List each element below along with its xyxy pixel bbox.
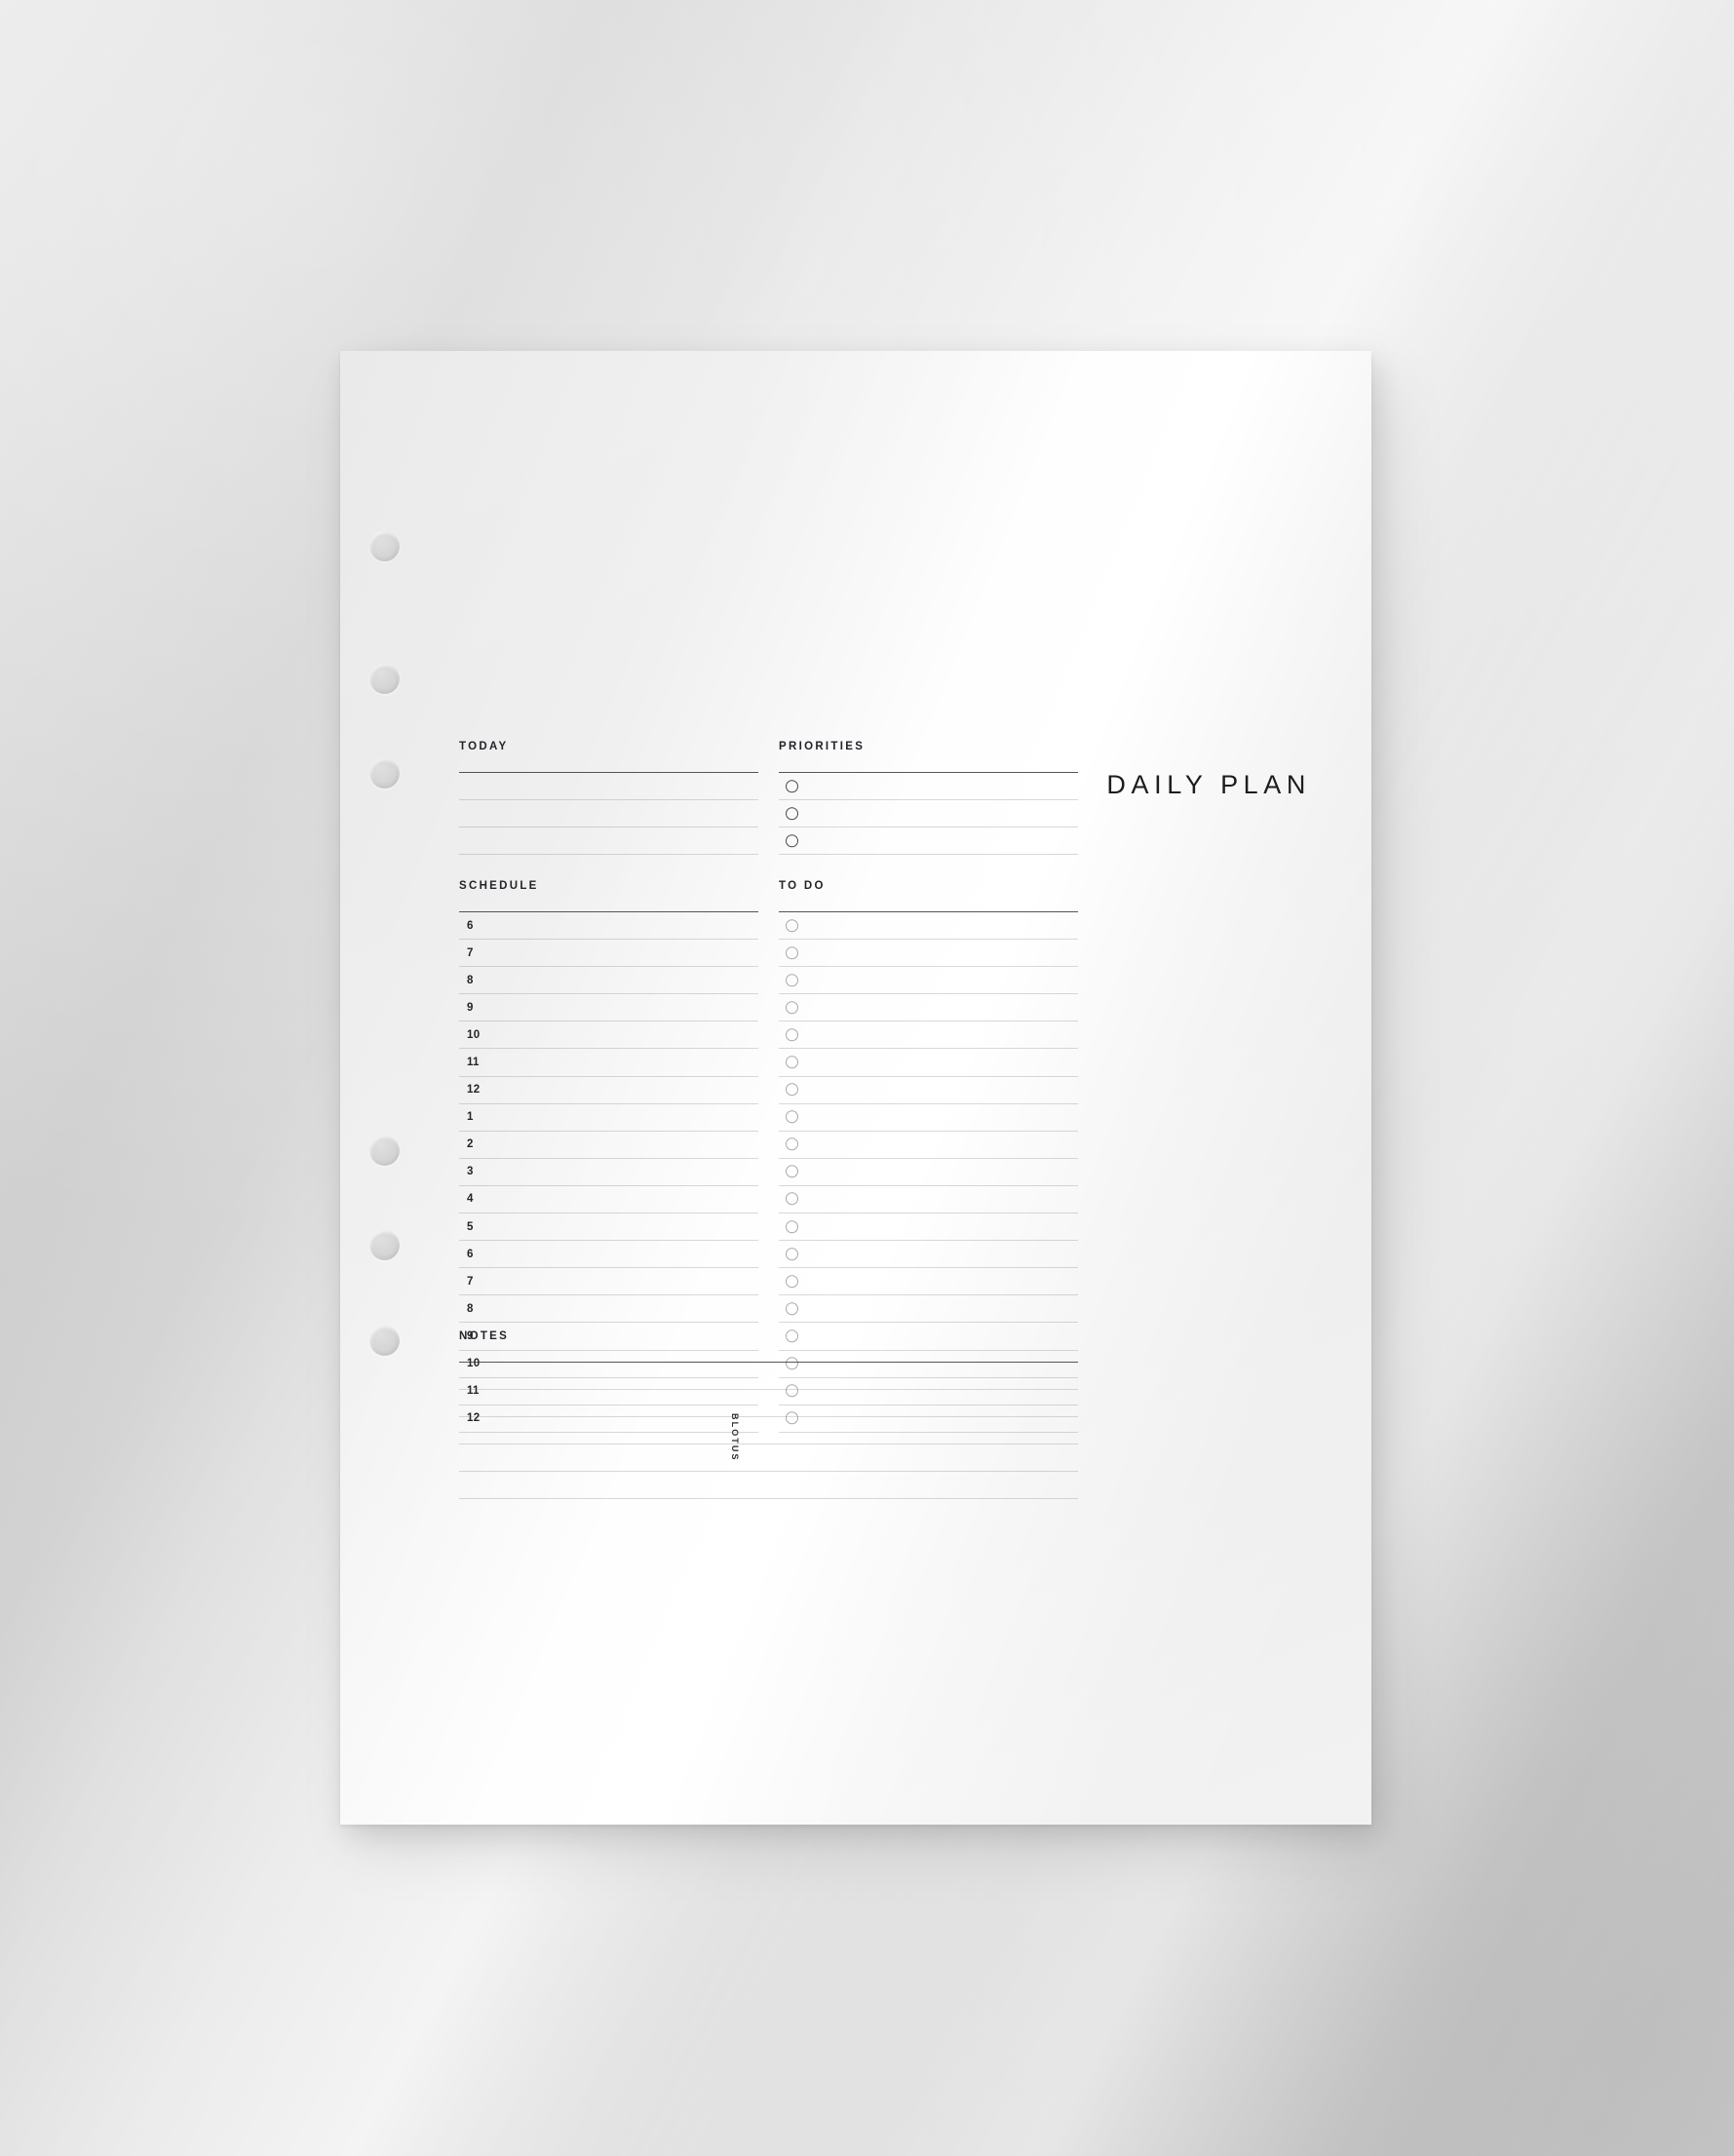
- section-today: TODAY: [459, 741, 758, 855]
- schedule-hour-label: 8: [467, 974, 474, 986]
- binder-hole-icon: [369, 758, 400, 789]
- notes-write-line[interactable]: [459, 1472, 1078, 1499]
- todo-row[interactable]: [779, 1049, 1078, 1077]
- section-schedule-heading: SCHEDULE: [459, 880, 539, 892]
- binder-hole-icon: [369, 664, 400, 694]
- today-row-group: [459, 773, 758, 855]
- radio-circle-icon[interactable]: [786, 1001, 798, 1015]
- radio-circle-icon[interactable]: [786, 1110, 798, 1124]
- today-write-line[interactable]: [459, 800, 758, 828]
- schedule-row[interactable]: 8: [459, 1295, 758, 1324]
- schedule-hour-label: 7: [467, 946, 474, 959]
- radio-circle-icon[interactable]: [786, 833, 798, 847]
- schedule-row[interactable]: 8: [459, 967, 758, 995]
- radio-circle-icon[interactable]: [786, 1302, 798, 1316]
- notes-row-group: [459, 1363, 1078, 1499]
- todo-row[interactable]: [779, 1295, 1078, 1324]
- schedule-hour-label: 2: [467, 1138, 474, 1151]
- radio-circle-icon[interactable]: [786, 1165, 798, 1178]
- schedule-hour-label: 12: [467, 1083, 481, 1096]
- priority-row[interactable]: [779, 800, 1078, 828]
- todo-row[interactable]: [779, 912, 1078, 941]
- radio-circle-icon[interactable]: [786, 1137, 798, 1151]
- section-todo-heading: TO DO: [779, 880, 826, 892]
- schedule-row[interactable]: 6: [459, 912, 758, 941]
- schedule-hour-label: 10: [467, 1028, 481, 1041]
- notes-write-line[interactable]: [459, 1417, 1078, 1444]
- todo-row[interactable]: [779, 940, 1078, 968]
- todo-row[interactable]: [779, 1104, 1078, 1132]
- today-write-line[interactable]: [459, 828, 758, 855]
- radio-circle-icon[interactable]: [786, 1275, 798, 1289]
- schedule-row[interactable]: 7: [459, 940, 758, 968]
- schedule-hour-label: 11: [467, 1056, 480, 1068]
- todo-row[interactable]: [779, 994, 1078, 1022]
- binder-hole-icon: [369, 1136, 400, 1166]
- radio-circle-icon[interactable]: [786, 918, 798, 932]
- schedule-hour-label: 6: [467, 1248, 474, 1260]
- page-title: DAILY PLAN: [1106, 770, 1311, 799]
- schedule-row[interactable]: 1: [459, 1104, 758, 1132]
- notes-write-line[interactable]: [459, 1363, 1078, 1390]
- schedule-row[interactable]: 7: [459, 1268, 758, 1296]
- radio-circle-icon[interactable]: [786, 806, 798, 820]
- radio-circle-icon[interactable]: [786, 973, 798, 986]
- schedule-row[interactable]: 3: [459, 1159, 758, 1186]
- priority-row[interactable]: [779, 773, 1078, 800]
- schedule-hour-label: 6: [467, 919, 474, 932]
- schedule-hour-label: 8: [467, 1302, 474, 1315]
- today-write-line[interactable]: [459, 773, 758, 800]
- section-today-heading: TODAY: [459, 741, 509, 752]
- todo-row[interactable]: [779, 1186, 1078, 1214]
- radio-circle-icon[interactable]: [786, 1028, 798, 1042]
- radio-circle-icon[interactable]: [786, 1083, 798, 1097]
- todo-row[interactable]: [779, 1213, 1078, 1242]
- section-notes: NOTES: [459, 1330, 1078, 1499]
- notes-lines: [459, 1362, 1078, 1499]
- priority-row[interactable]: [779, 828, 1078, 855]
- schedule-hour-label: 4: [467, 1193, 474, 1206]
- radio-circle-icon[interactable]: [786, 1219, 798, 1233]
- schedule-hour-label: 7: [467, 1275, 474, 1288]
- schedule-row[interactable]: 2: [459, 1132, 758, 1159]
- section-priorities-heading: PRIORITIES: [779, 741, 866, 752]
- radio-circle-icon[interactable]: [786, 1192, 798, 1206]
- todo-row[interactable]: [779, 1021, 1078, 1050]
- todo-row[interactable]: [779, 1241, 1078, 1269]
- priorities-row-group: [779, 773, 1078, 855]
- todo-row[interactable]: [779, 1268, 1078, 1296]
- schedule-row[interactable]: 6: [459, 1241, 758, 1269]
- schedule-row[interactable]: 9: [459, 994, 758, 1022]
- section-priorities: PRIORITIES: [779, 741, 1078, 855]
- todo-row[interactable]: [779, 1132, 1078, 1159]
- schedule-hour-label: 5: [467, 1220, 474, 1233]
- binder-hole-icon: [369, 1230, 400, 1260]
- schedule-row[interactable]: 10: [459, 1021, 758, 1050]
- notes-write-line[interactable]: [459, 1444, 1078, 1472]
- schedule-hour-label: 1: [467, 1110, 474, 1123]
- radio-circle-icon[interactable]: [786, 779, 798, 792]
- schedule-row[interactable]: 12: [459, 1077, 758, 1104]
- todo-row[interactable]: [779, 1159, 1078, 1186]
- schedule-row[interactable]: 5: [459, 1213, 758, 1242]
- radio-circle-icon[interactable]: [786, 1247, 798, 1260]
- binder-hole-icon: [369, 531, 400, 561]
- notes-write-line[interactable]: [459, 1390, 1078, 1417]
- binder-hole-icon: [369, 1326, 400, 1356]
- radio-circle-icon[interactable]: [786, 945, 798, 959]
- schedule-hour-label: 3: [467, 1166, 474, 1178]
- schedule-row[interactable]: 4: [459, 1186, 758, 1214]
- todo-row[interactable]: [779, 1077, 1078, 1104]
- schedule-row[interactable]: 11: [459, 1049, 758, 1077]
- todo-row[interactable]: [779, 967, 1078, 995]
- priorities-lines: [779, 772, 1078, 855]
- section-notes-heading: NOTES: [459, 1330, 510, 1342]
- today-lines: [459, 772, 758, 855]
- schedule-hour-label: 9: [467, 1001, 474, 1014]
- radio-circle-icon[interactable]: [786, 1056, 798, 1069]
- planner-page: BLOTUS DAILY PLAN TODAY PRIORITIES SCHED…: [340, 351, 1371, 1825]
